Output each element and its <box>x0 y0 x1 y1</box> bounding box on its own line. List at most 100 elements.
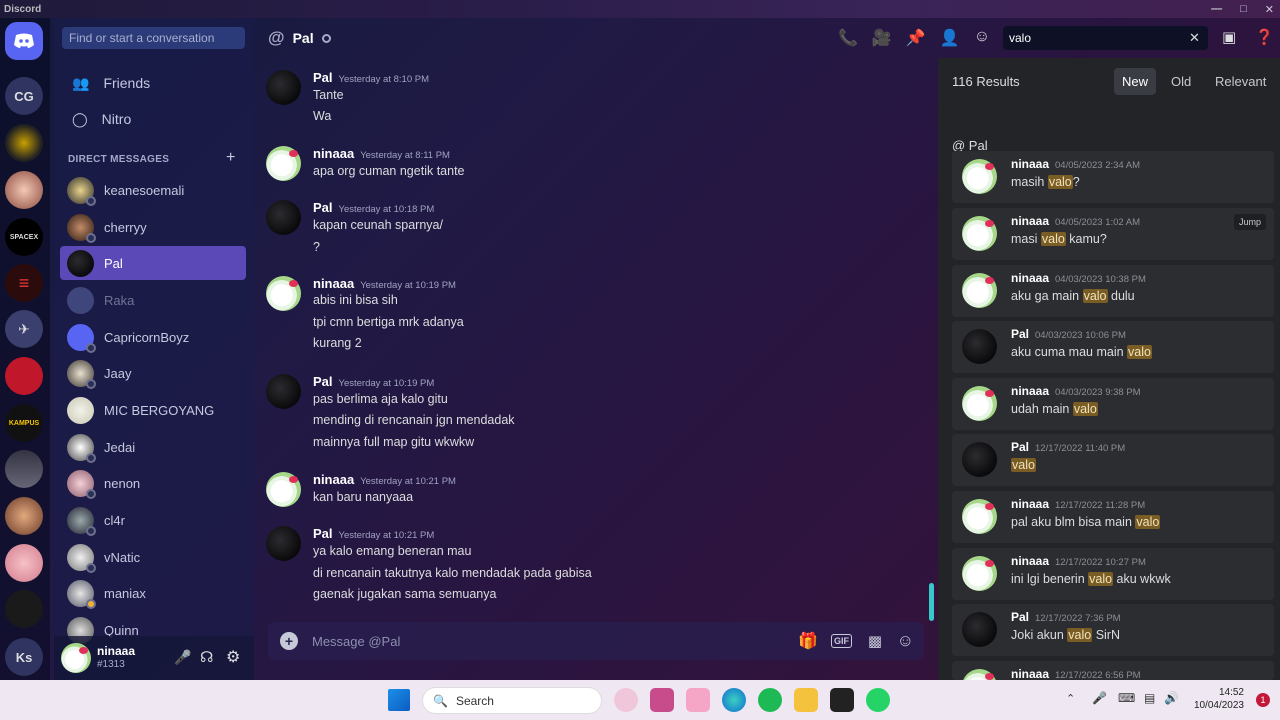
search-result[interactable]: ninaaa 04/03/2023 9:38 PM udah main valo <box>952 378 1274 430</box>
search-result[interactable]: ninaaa 04/03/2023 10:38 PM aku ga main val… <box>952 265 1274 317</box>
sort-tab-old[interactable]: Old <box>1163 68 1199 95</box>
search-result[interactable]: ninaaa 12/17/2022 6:56 PM <box>952 661 1274 680</box>
dm-item[interactable]: Raka <box>60 283 246 317</box>
server-icon[interactable] <box>5 450 43 488</box>
author[interactable]: Pal Yesterday at 10:18 PM <box>313 200 434 215</box>
server-icon[interactable] <box>5 544 43 582</box>
maximize-icon[interactable]: □ <box>1240 3 1247 15</box>
volume-icon[interactable]: 🔊 <box>1164 691 1179 705</box>
start-windows-icon[interactable] <box>388 689 410 711</box>
sticker-icon[interactable]: ▩ <box>868 632 882 650</box>
find-conversation-input[interactable]: Find or start a conversation <box>62 27 245 49</box>
headphones-icon[interactable]: ☊ <box>200 648 213 666</box>
chevron-up-icon[interactable]: ⌃ <box>1066 692 1075 705</box>
settings-gear-icon[interactable]: ⚙ <box>226 647 240 667</box>
server-icon-spacex[interactable]: SPACEX <box>5 218 43 256</box>
profile-icon[interactable]: ☺ <box>974 28 990 48</box>
server-icon[interactable] <box>5 497 43 535</box>
dm-item[interactable]: cl4r <box>60 503 246 537</box>
avatar[interactable] <box>266 200 301 235</box>
taskbar-search[interactable]: 🔍 Search <box>422 687 602 714</box>
search-result[interactable]: ninaaa 12/17/2022 11:28 PM pal aku blm bis… <box>952 491 1274 543</box>
dm-item[interactable]: vNatic <box>60 540 246 574</box>
dm-item[interactable]: maniax <box>60 576 246 610</box>
server-icon-ks[interactable]: Ks <box>5 638 43 676</box>
dm-item[interactable]: CapricornBoyz <box>60 320 246 354</box>
search-result[interactable]: Pal 12/17/2022 11:40 PM valo <box>952 434 1274 486</box>
dm-item[interactable]: nenon <box>60 466 246 500</box>
server-icon[interactable] <box>5 590 43 628</box>
dm-item-active[interactable]: Pal <box>60 246 246 280</box>
app-icon[interactable] <box>614 688 638 712</box>
avatar[interactable] <box>266 146 301 181</box>
author[interactable]: ninaaa Yesterday at 8:11 PM <box>313 146 450 161</box>
search-result[interactable]: Pal 04/03/2023 10:06 PM aku cuma mau main … <box>952 321 1274 373</box>
dm-item[interactable]: Jedai <box>60 430 246 464</box>
author[interactable]: ninaaa Yesterday at 10:19 PM <box>313 276 456 291</box>
edge-icon[interactable] <box>722 688 746 712</box>
notification-badge[interactable]: 1 <box>1256 693 1270 707</box>
message-input[interactable]: Message @Pal <box>312 634 400 649</box>
nav-friends[interactable]: 👥 Friends <box>60 66 246 100</box>
server-icon[interactable] <box>5 124 43 162</box>
server-icon[interactable] <box>5 357 43 395</box>
server-icon[interactable]: ✈ <box>5 310 43 348</box>
author[interactable]: Pal Yesterday at 10:21 PM <box>313 526 434 541</box>
voice-call-icon[interactable]: 📞 <box>838 28 858 48</box>
search-result[interactable]: ninaaa 04/05/2023 1:02 AM masi valo kamu? J… <box>952 208 1274 260</box>
avatar[interactable] <box>266 70 301 105</box>
author[interactable]: Pal Yesterday at 10:19 PM <box>313 374 434 389</box>
network-icon[interactable]: ▤ <box>1144 691 1155 705</box>
video-call-icon[interactable]: 🎥 <box>872 28 892 48</box>
clock[interactable]: 14:52 10/04/2023 <box>1194 686 1244 712</box>
emoji-icon[interactable]: ☺ <box>897 631 914 651</box>
clear-search-icon[interactable]: ✕ <box>1189 30 1200 46</box>
search-input[interactable]: valo <box>1003 26 1208 50</box>
search-result[interactable]: ninaaa 04/05/2023 2:34 AM masih valo? <box>952 151 1274 203</box>
file-explorer-icon[interactable] <box>794 688 818 712</box>
gift-icon[interactable]: 🎁 <box>798 631 818 651</box>
author[interactable]: Pal Yesterday at 8:10 PM <box>313 70 429 85</box>
capcut-icon[interactable] <box>830 688 854 712</box>
avatar[interactable] <box>266 526 301 561</box>
sort-tab-new[interactable]: New <box>1114 68 1157 95</box>
jump-button[interactable]: Jump <box>1233 214 1266 230</box>
search-icon: 🔍 <box>433 693 448 708</box>
minimize-icon[interactable]: — <box>1211 3 1222 15</box>
inbox-icon[interactable]: ▣ <box>1222 28 1236 46</box>
message-composer[interactable]: + Message @Pal 🎁 GIF ▩ ☺ <box>268 622 924 660</box>
discord-home-icon[interactable] <box>5 22 43 60</box>
dm-item[interactable]: cherryy <box>60 210 246 244</box>
spotify-icon[interactable] <box>758 688 782 712</box>
dm-item[interactable]: Jaay <box>60 356 246 390</box>
nav-nitro[interactable]: ◯ Nitro <box>60 102 246 136</box>
microphone-icon[interactable]: 🎤 <box>1092 691 1107 705</box>
add-friend-icon[interactable]: 👤 <box>940 28 960 48</box>
discord-taskbar-icon[interactable] <box>686 688 710 712</box>
keyboard-icon[interactable]: ⌨ <box>1118 691 1135 705</box>
search-result[interactable]: ninaaa 12/17/2022 10:27 PM ini lgi benerin… <box>952 548 1274 600</box>
server-icon-cg[interactable]: CG <box>5 77 43 115</box>
microphone-icon[interactable]: 🎤 <box>174 649 191 666</box>
app-icon[interactable] <box>650 688 674 712</box>
sort-tab-relevant[interactable]: Relevant <box>1207 68 1274 95</box>
dm-item[interactable]: MIC BERGOYANG <box>60 393 246 427</box>
avatar[interactable] <box>266 472 301 507</box>
dm-item[interactable]: keanesoemali <box>60 173 246 207</box>
search-result[interactable]: Pal 12/17/2022 7:36 PM Joki akun valo SirN <box>952 604 1274 656</box>
gif-icon[interactable]: GIF <box>831 634 852 648</box>
server-icon-kampus[interactable]: KAMPUS <box>5 404 43 442</box>
help-icon[interactable]: ❓ <box>1255 28 1274 46</box>
chat-scrollbar[interactable] <box>929 583 934 621</box>
create-dm-plus-icon[interactable]: + <box>226 149 235 167</box>
user-avatar[interactable] <box>61 643 91 673</box>
whatsapp-icon[interactable] <box>866 688 890 712</box>
attach-plus-icon[interactable]: + <box>280 632 298 650</box>
close-icon[interactable]: ✕ <box>1265 3 1274 16</box>
server-icon[interactable] <box>5 171 43 209</box>
author[interactable]: ninaaa Yesterday at 10:21 PM <box>313 472 456 487</box>
avatar[interactable] <box>266 276 301 311</box>
server-icon[interactable]: ≡ <box>5 264 43 302</box>
pin-icon[interactable]: 📌 <box>906 28 926 48</box>
avatar[interactable] <box>266 374 301 409</box>
